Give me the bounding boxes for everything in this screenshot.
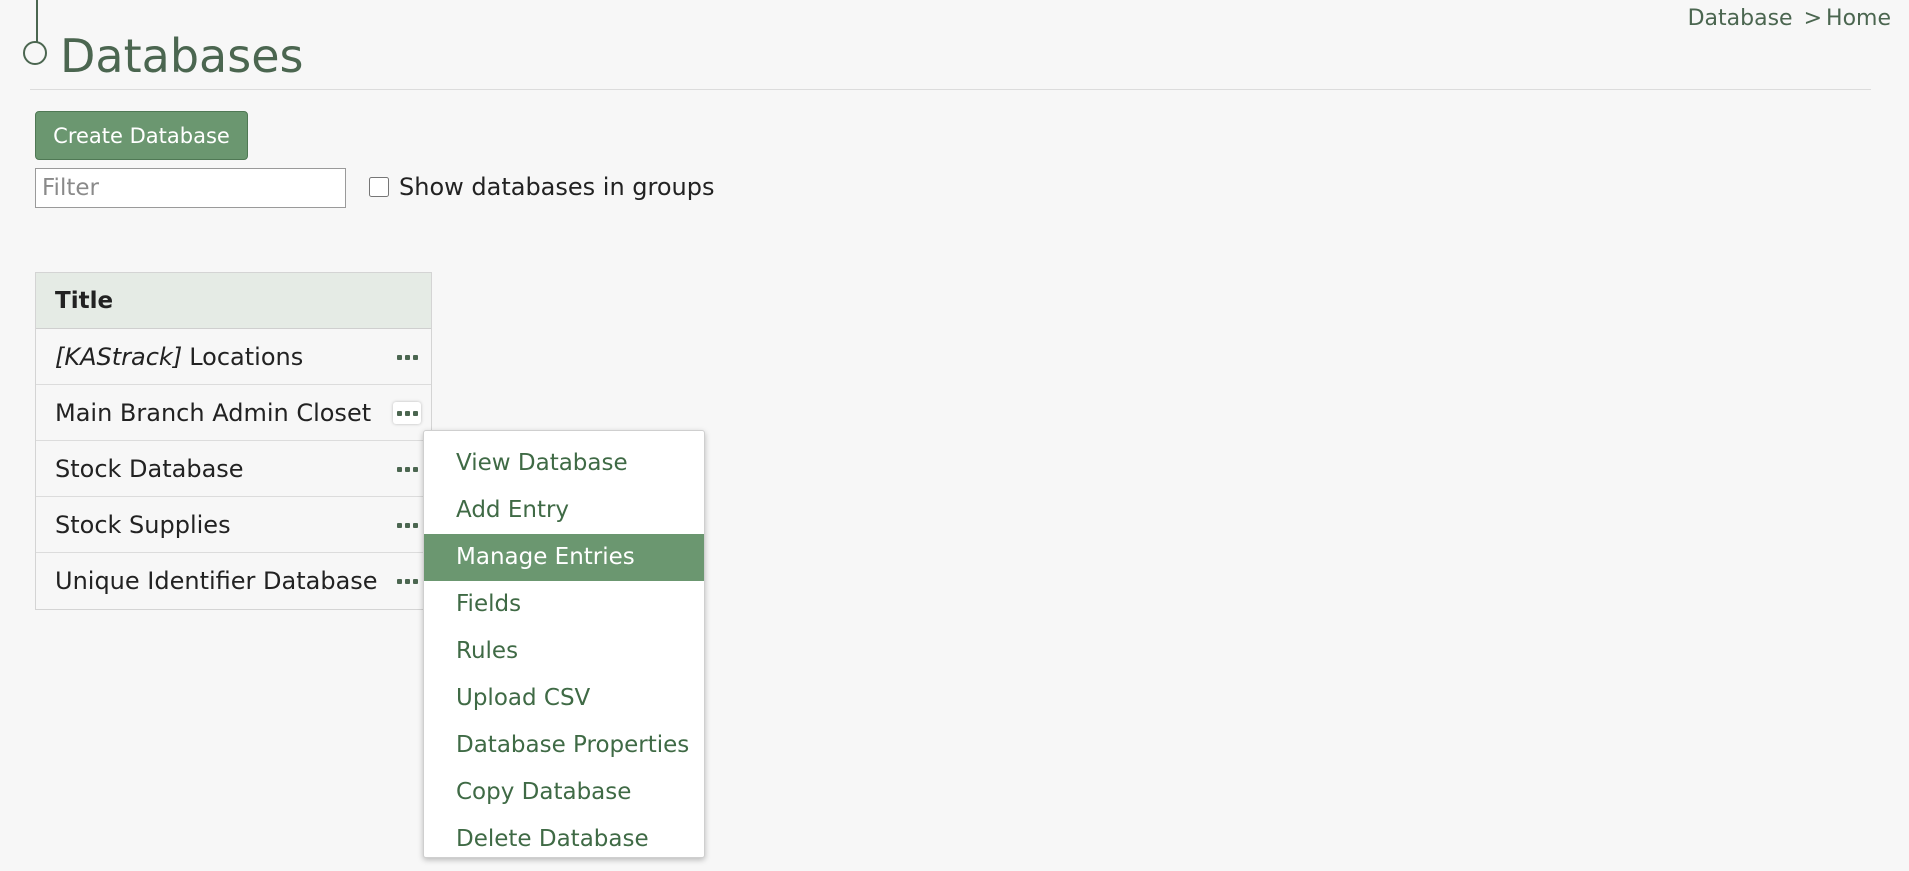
- databases-table: Title [KAStrack] Locations Main Branch A…: [35, 272, 432, 610]
- menu-item-copy-database[interactable]: Copy Database: [424, 769, 704, 816]
- database-title[interactable]: Stock Database: [55, 455, 244, 483]
- show-groups-label: Show databases in groups: [399, 173, 715, 201]
- row-actions-ellipsis-icon[interactable]: [393, 402, 421, 424]
- row-actions-ellipsis-icon[interactable]: [393, 346, 421, 368]
- create-database-button[interactable]: Create Database: [35, 111, 248, 160]
- menu-item-add-entry[interactable]: Add Entry: [424, 487, 704, 534]
- row-actions-ellipsis-icon[interactable]: [393, 570, 421, 592]
- row-actions-ellipsis-icon[interactable]: [393, 514, 421, 536]
- breadcrumb-home-link[interactable]: Home: [1826, 6, 1891, 31]
- menu-item-manage-entries[interactable]: Manage Entries: [424, 534, 704, 581]
- menu-item-upload-csv[interactable]: Upload CSV: [424, 675, 704, 722]
- database-context-menu: View Database Add Entry Manage Entries F…: [423, 430, 705, 858]
- show-groups-checkbox[interactable]: [369, 177, 389, 197]
- database-title[interactable]: Stock Supplies: [55, 511, 231, 539]
- database-title[interactable]: Locations: [189, 343, 303, 371]
- title-divider: [30, 89, 1871, 90]
- table-row[interactable]: Unique Identifier Database: [36, 553, 431, 609]
- breadcrumb: Database > Home: [1688, 6, 1891, 31]
- menu-item-view-database[interactable]: View Database: [424, 440, 704, 487]
- menu-item-delete-database[interactable]: Delete Database: [424, 816, 704, 863]
- database-prefix: [KAStrack]: [55, 342, 183, 371]
- timeline-line: [36, 0, 38, 42]
- table-row[interactable]: [KAStrack] Locations: [36, 329, 431, 385]
- timeline-circle-icon: [23, 41, 47, 65]
- database-title[interactable]: Main Branch Admin Closet: [55, 399, 371, 427]
- row-actions-ellipsis-icon[interactable]: [393, 458, 421, 480]
- menu-item-rules[interactable]: Rules: [424, 628, 704, 675]
- table-row[interactable]: Stock Supplies: [36, 497, 431, 553]
- menu-item-fields[interactable]: Fields: [424, 581, 704, 628]
- breadcrumb-database-link[interactable]: Database: [1688, 6, 1793, 31]
- table-row[interactable]: Main Branch Admin Closet: [36, 385, 431, 441]
- menu-item-database-properties[interactable]: Database Properties: [424, 722, 704, 769]
- table-header-title: Title: [36, 273, 431, 329]
- page-title: Databases: [60, 29, 304, 83]
- show-groups-toggle[interactable]: Show databases in groups: [369, 173, 715, 201]
- table-row[interactable]: Stock Database: [36, 441, 431, 497]
- database-title[interactable]: Unique Identifier Database: [55, 567, 378, 595]
- breadcrumb-separator: >: [1803, 6, 1823, 31]
- filter-input[interactable]: [35, 168, 346, 208]
